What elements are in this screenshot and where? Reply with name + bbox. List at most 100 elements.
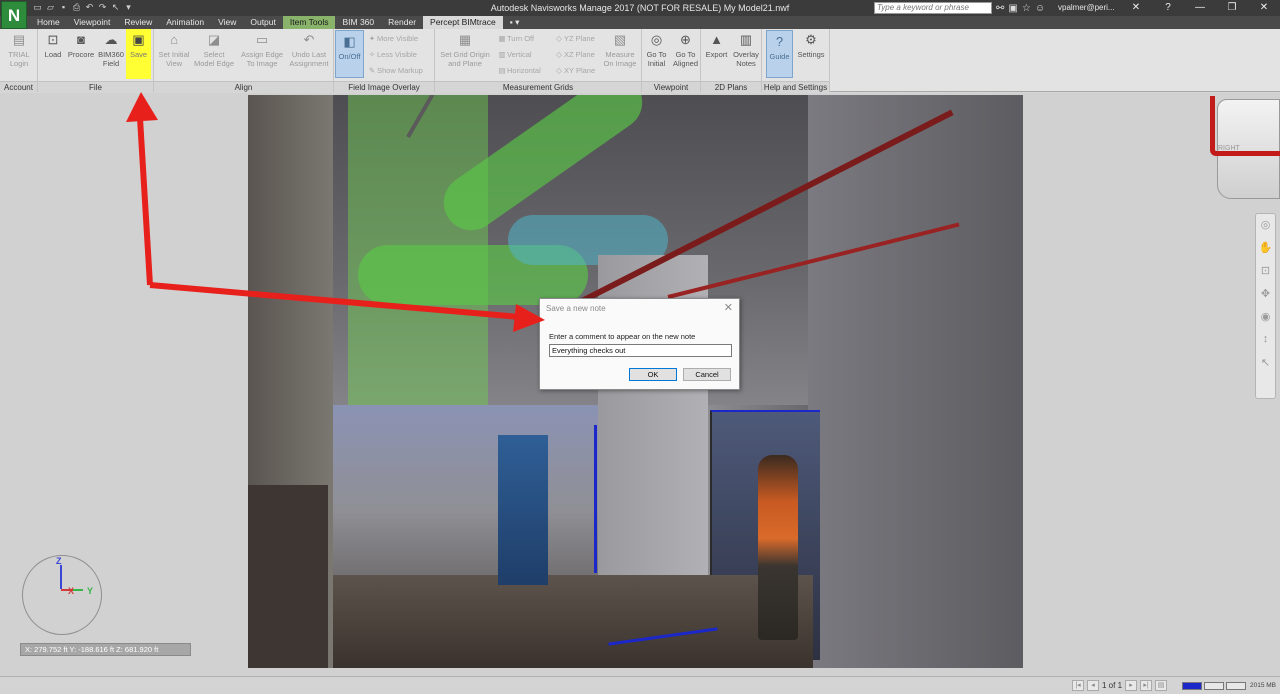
- login-button[interactable]: ▤ TRIAL Login: [3, 32, 35, 68]
- horizontal-grid-icon: ▤: [498, 66, 506, 75]
- tab-overflow[interactable]: ▪ ▾: [503, 16, 527, 29]
- less-visible-button[interactable]: ✧ Less Visible: [367, 50, 417, 59]
- title-bar: N ▭ ▱ ▪ ⎙ ↶ ↷ ↖ ▾ Autodesk Navisworks Ma…: [0, 0, 1280, 29]
- go-to-initial-button[interactable]: ◎ Go To Initial: [643, 32, 670, 68]
- tab-view[interactable]: View: [211, 16, 243, 29]
- bim360-field-button[interactable]: ☁ BIM360 Field: [97, 32, 125, 68]
- select-model-edge-button[interactable]: ◪ Select Model Edge: [193, 32, 235, 68]
- sheet-browser-icon[interactable]: ▤: [1155, 680, 1168, 691]
- tab-viewpoint[interactable]: Viewpoint: [67, 16, 118, 29]
- grid-turn-off-button[interactable]: ▦Turn Off: [497, 34, 534, 43]
- export-icon: ▲: [710, 32, 723, 47]
- help-icon[interactable]: ?: [1152, 0, 1184, 16]
- set-grid-origin-button[interactable]: ▦ Set Grid Origin and Plane: [437, 32, 493, 68]
- pencil-progress-bar: [1182, 682, 1202, 690]
- signed-in-user[interactable]: vpalmer@peri...: [1058, 3, 1115, 12]
- save-note-dialog: Save a new note ✕ Enter a comment to app…: [539, 298, 740, 390]
- cancel-button[interactable]: Cancel: [683, 368, 731, 381]
- tab-review[interactable]: Review: [117, 16, 159, 29]
- load-button[interactable]: ⊡ Load: [41, 32, 65, 59]
- panel-title-account: Account: [0, 81, 37, 92]
- tab-item-tools[interactable]: Item Tools: [282, 16, 336, 29]
- ribbon-tabs: Home Viewpoint Review Animation View Out…: [0, 16, 1280, 29]
- ribbon: ▤ TRIAL Login Account ⊡ Load ◙ Procore ☁ BIM…: [0, 29, 1280, 92]
- procore-button[interactable]: ◙ Procore: [66, 32, 96, 59]
- web-server-progress-bar: [1226, 682, 1246, 690]
- panel-field-image-overlay: ◧ On/Off ✦ More Visible ✧ Less Visible ✎ Sho…: [334, 29, 435, 92]
- measure-on-image-button[interactable]: ▧ Measure On Image: [601, 32, 639, 68]
- overlay-notes-button[interactable]: ▥ Overlay Notes: [731, 32, 761, 68]
- panel-file: ⊡ Load ◙ Procore ☁ BIM360 Field ▣ Save File: [38, 29, 154, 92]
- vertical-grid-icon: ▥: [498, 50, 506, 59]
- binoculars-icon[interactable]: ⚯: [996, 3, 1004, 14]
- last-page-icon[interactable]: ▸|: [1140, 680, 1153, 691]
- panel-viewpoint: ◎ Go To Initial ⊕ Go To Aligned Viewpoint: [642, 29, 701, 92]
- markup-icon: ✎: [368, 66, 376, 75]
- exchange-icon[interactable]: ✕: [1120, 0, 1152, 16]
- coordinate-readout: X: 279.752 ft Y: -188.616 ft Z: 681.920 …: [20, 643, 191, 656]
- zoom-window-icon[interactable]: ⊡: [1256, 264, 1275, 283]
- panel-title-2d-plans: 2D Plans: [701, 81, 761, 92]
- pan-hand-icon[interactable]: ✋: [1256, 241, 1275, 260]
- tab-animation[interactable]: Animation: [159, 16, 211, 29]
- status-bar: |◂ ◂ 1 of 1 ▸ ▸| ▤ 2015 MB: [0, 676, 1280, 694]
- export-button[interactable]: ▲ Export: [703, 32, 730, 59]
- user-icon[interactable]: ☺: [1035, 3, 1045, 14]
- panel-title-measurement-grids: Measurement Grids: [435, 81, 641, 92]
- tab-render[interactable]: Render: [381, 16, 423, 29]
- orbit-icon[interactable]: ✥: [1256, 287, 1275, 306]
- undo-assignment-button[interactable]: ↶ Undo Last Assignment: [287, 32, 331, 68]
- first-page-icon[interactable]: |◂: [1072, 680, 1084, 691]
- measure-icon: ▧: [613, 32, 627, 47]
- save-note-button[interactable]: ▣ Save: [126, 29, 151, 79]
- more-visible-button[interactable]: ✦ More Visible: [367, 34, 418, 43]
- communication-center-icon[interactable]: ▣: [1008, 3, 1017, 14]
- panel-help-settings: ? Guide ⚙ Settings Help and Settings: [762, 29, 830, 92]
- next-page-icon[interactable]: ▸: [1125, 680, 1138, 691]
- favorites-star-icon[interactable]: ☆: [1022, 3, 1031, 14]
- prev-page-icon[interactable]: ◂: [1087, 680, 1099, 691]
- xy-plane-icon: ◇: [556, 66, 562, 75]
- set-initial-view-button[interactable]: ⌂ Set Initial View: [155, 32, 193, 68]
- overlay-onoff-toggle[interactable]: ◧ On/Off: [335, 30, 364, 78]
- cloud-icon: ☁: [104, 32, 118, 47]
- infocenter-icons: ⚯ ▣ ☆ ☺: [996, 1, 1045, 15]
- panel-title-field-image-overlay: Field Image Overlay: [334, 81, 434, 92]
- guide-button[interactable]: ? Guide: [766, 30, 793, 78]
- grid-vertical-button[interactable]: ▥Vertical: [497, 50, 531, 59]
- settings-button[interactable]: ⚙ Settings: [795, 32, 827, 59]
- look-around-icon[interactable]: ◉: [1256, 310, 1275, 329]
- select-cursor-icon[interactable]: ↖: [1256, 356, 1275, 375]
- tab-percept-bimtrace[interactable]: Percept BIMtrace: [423, 16, 503, 29]
- ok-button[interactable]: OK: [629, 368, 677, 381]
- show-markup-button[interactable]: ✎ Show Markup: [367, 66, 423, 75]
- dialog-close-icon[interactable]: ✕: [724, 301, 733, 314]
- comment-input[interactable]: [549, 344, 732, 357]
- tab-bim360[interactable]: BIM 360: [335, 16, 381, 29]
- restore-button[interactable]: ❐: [1216, 0, 1248, 16]
- disk-progress-bar: [1204, 682, 1224, 690]
- minimize-button[interactable]: —: [1184, 0, 1216, 16]
- assign-edge-button[interactable]: ▭ Assign Edge To Image: [238, 32, 286, 68]
- panel-measurement-grids: ▦ Set Grid Origin and Plane ▦Turn Off ▥Ve…: [435, 29, 642, 92]
- target-icon: ◎: [650, 32, 663, 47]
- search-input[interactable]: Type a keyword or phrase: [874, 2, 992, 14]
- walk-icon[interactable]: ↕: [1256, 333, 1275, 352]
- window-controls: ✕ ? — ❐ ✕: [1120, 0, 1280, 16]
- edge-select-icon: ◪: [207, 32, 221, 47]
- panel-title-align: Align: [154, 81, 333, 92]
- grid-horizontal-button[interactable]: ▤Horizontal: [497, 66, 540, 75]
- login-icon: ▤: [12, 32, 26, 47]
- page-indicator: 1 of 1: [1102, 681, 1123, 690]
- dialog-title: Save a new note: [546, 304, 606, 313]
- yz-plane-button[interactable]: ◇ YZ Plane: [554, 34, 595, 43]
- application-menu-button[interactable]: N: [1, 1, 27, 29]
- panel-title-help-settings: Help and Settings: [762, 81, 829, 92]
- tab-output[interactable]: Output: [243, 16, 283, 29]
- tab-home[interactable]: Home: [30, 16, 67, 29]
- xy-plane-button[interactable]: ◇ XY Plane: [554, 66, 595, 75]
- xz-plane-button[interactable]: ◇ XZ Plane: [554, 50, 595, 59]
- go-to-aligned-button[interactable]: ⊕ Go To Aligned: [671, 32, 700, 68]
- steering-wheel-icon[interactable]: ◎: [1256, 218, 1275, 237]
- close-button[interactable]: ✕: [1248, 0, 1280, 16]
